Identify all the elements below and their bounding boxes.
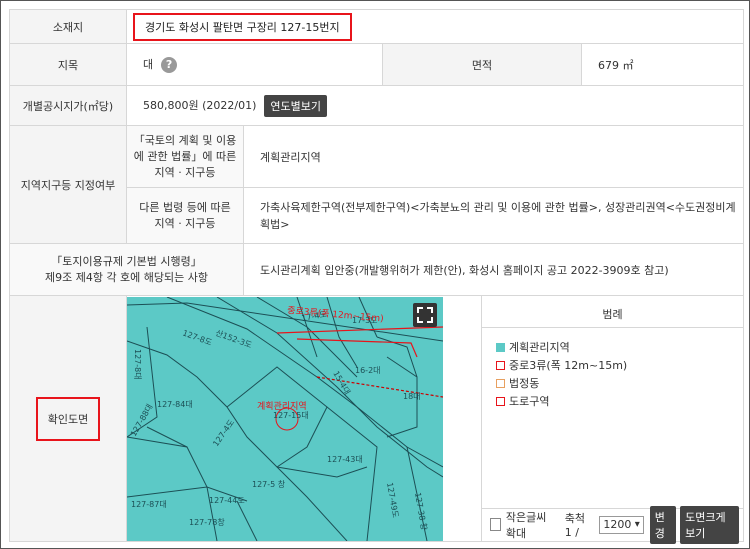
- regulation-label-line2: 제9조 제4항 각 호에 해당되는 사항: [44, 270, 209, 284]
- legend-swatch: [496, 360, 505, 370]
- svg-text:127-44도: 127-44도: [209, 496, 245, 505]
- svg-text:127-5 창: 127-5 창: [252, 480, 286, 489]
- regulation-value: 도시관리계획 입안중(개발행위허가 제한(안), 화성시 홈페이지 공고 202…: [242, 243, 745, 296]
- svg-text:16-2대: 16-2대: [355, 366, 381, 375]
- svg-text:127-8대: 127-8대: [133, 349, 142, 380]
- legend-label: 도로구역: [509, 395, 550, 408]
- small-text-zoom-label[interactable]: 작은글씨확대: [506, 509, 555, 541]
- yearly-view-button[interactable]: 연도별보기: [264, 94, 327, 117]
- question-icon[interactable]: ?: [161, 57, 178, 73]
- area-label: 면적: [382, 43, 582, 86]
- location-value: 경기도 화성시 팔탄면 구장리 127-15번지: [133, 12, 352, 41]
- change-scale-button[interactable]: 변경: [649, 505, 677, 544]
- law1-label: 「국토의 계획 및 이용에 관한 법률」에 따른 지역 · 지구등: [126, 125, 244, 188]
- area-value: 679 ㎡: [580, 43, 745, 86]
- legend-swatch: [496, 342, 505, 352]
- map-canvas: 17-4도 17-3도 산152-3도 127-8도 16-2대 15-4대 1…: [127, 296, 443, 541]
- legend-swatch: [496, 396, 505, 406]
- svg-text:127-43대: 127-43대: [327, 455, 363, 464]
- legend-item: 중로3류(폭 12m~15m): [482, 356, 743, 374]
- legend-label: 계획관리지역: [509, 341, 570, 354]
- fullscreen-icon[interactable]: [413, 302, 437, 327]
- scale-select[interactable]: 1200: [599, 515, 644, 534]
- location-label: 소재지: [9, 9, 127, 44]
- map-label: 확인도면: [35, 396, 101, 441]
- legend-label: 중로3류(폭 12m~15m): [509, 359, 628, 372]
- legend-title: 범례: [482, 296, 744, 328]
- regulation-label-line1: 「토지이용규제 기본법 시행령」: [51, 254, 202, 268]
- land-use-info-panel: 소재지 경기도 화성시 팔탄면 구장리 127-15번지 지목 대? 면적 67…: [0, 0, 750, 549]
- land-price-label: 개별공시지가(㎡당): [9, 85, 127, 126]
- legend-item: 도로구역: [482, 392, 743, 410]
- legend-label: 법정동: [509, 377, 540, 390]
- small-text-zoom-checkbox[interactable]: [490, 518, 501, 531]
- land-info-table: 소재지 경기도 화성시 팔탄면 구장리 127-15번지 지목 대? 면적 67…: [9, 9, 745, 544]
- enlarge-map-button[interactable]: 도면크게보기: [680, 505, 740, 544]
- land-category-value: 대: [143, 58, 154, 71]
- cadastral-map[interactable]: 17-4도 17-3도 산152-3도 127-8도 16-2대 15-4대 1…: [127, 296, 443, 541]
- zone-label: 지역지구등 지정여부: [9, 125, 127, 244]
- map-controls: 작은글씨확대 축척 1 / 1200 변경 도면크게보기: [482, 505, 744, 544]
- svg-text:18대: 18대: [403, 392, 421, 401]
- law2-label: 다른 법령 등에 따른 지역 · 지구등: [126, 187, 244, 244]
- scale-label: 축척 1 /: [564, 512, 586, 539]
- target-lot-label: 127-15대: [273, 411, 309, 420]
- land-category-label: 지목: [9, 43, 127, 86]
- legend-swatch: [496, 378, 505, 388]
- law2-value: 가축사육제한구역(전부제한구역)<가축분뇨의 관리 및 이용에 관한 법률>, …: [242, 187, 745, 244]
- legend-item: 법정동: [482, 374, 743, 392]
- svg-text:127-84대: 127-84대: [157, 400, 193, 409]
- law1-value: 계획관리지역: [242, 125, 745, 188]
- svg-text:127-87대: 127-87대: [131, 500, 167, 509]
- legend-list: 계획관리지역중로3류(폭 12m~15m) 법정동도로구역: [482, 328, 743, 410]
- map-legend: 범례 계획관리지역중로3류(폭 12m~15m) 법정동도로구역 작은글씨확대 축…: [482, 296, 744, 544]
- legend-item: 계획관리지역: [482, 338, 743, 356]
- svg-text:127-78창: 127-78창: [189, 518, 225, 527]
- land-price-value: 580,800원 (2022/01): [143, 98, 257, 112]
